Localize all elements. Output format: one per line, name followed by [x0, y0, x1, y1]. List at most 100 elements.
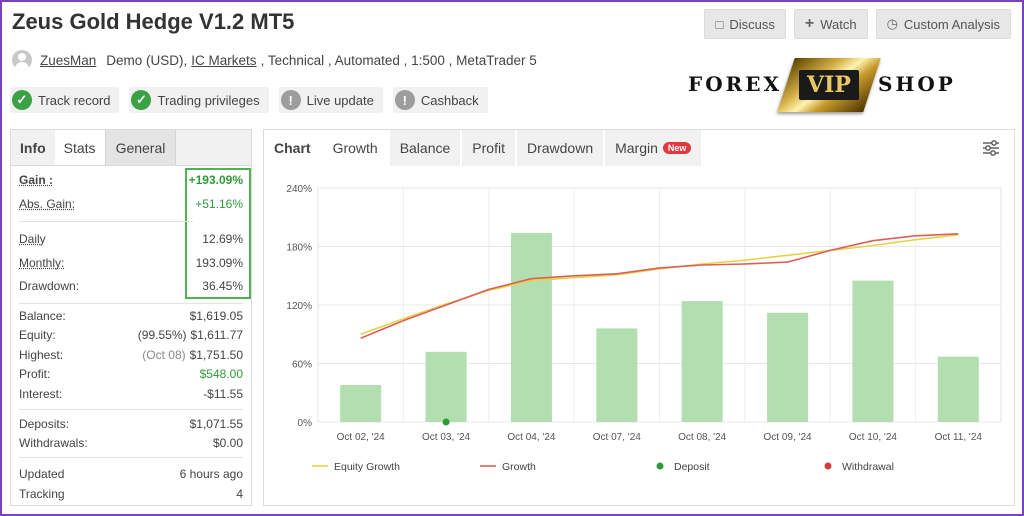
- legend-label: Equity Growth: [334, 461, 400, 473]
- bar: [852, 280, 894, 422]
- abs-gain-label[interactable]: Abs. Gain:: [19, 197, 75, 211]
- deposits-row: Deposits: $1,071.55: [19, 415, 243, 433]
- tab-balance[interactable]: Balance: [389, 130, 461, 166]
- custom-analysis-label: Custom Analysis: [903, 16, 1000, 32]
- chat-icon: □: [715, 16, 724, 32]
- exclamation-icon: !: [394, 90, 415, 110]
- deposits-label: Deposits:: [19, 417, 70, 431]
- status-label: Live update: [306, 92, 374, 108]
- top-actions: □ Discuss + Watch ◷ Custom Analysis: [704, 9, 1011, 39]
- custom-analysis-button[interactable]: ◷ Custom Analysis: [875, 9, 1011, 39]
- deposit-marker: [442, 418, 450, 426]
- x-tick-label: Oct 07, '24: [593, 432, 641, 443]
- account-type: Demo (USD),: [106, 52, 188, 68]
- highest-date: (Oct 08): [142, 348, 186, 362]
- profit-label: Profit:: [19, 367, 51, 381]
- profit-value: $548.00: [199, 367, 243, 381]
- tab-growth[interactable]: Growth: [322, 130, 388, 166]
- equity-value: $1,611.77: [190, 328, 244, 342]
- y-tick-label: 0%: [298, 418, 313, 429]
- avatar: [12, 50, 32, 70]
- balance-row: Balance: $1,619.05: [19, 307, 243, 325]
- monthly-row: Monthly: 193.09%: [19, 254, 243, 272]
- tab-stats[interactable]: Stats: [54, 130, 105, 165]
- divider: [19, 303, 243, 304]
- page-title: Zeus Gold Hedge V1.2 MT5: [12, 9, 295, 34]
- tab-chart[interactable]: Chart: [264, 130, 321, 166]
- highest-value-wrap: (Oct 08) $1,751.50: [142, 348, 243, 362]
- x-tick-label: Oct 04, '24: [507, 432, 555, 443]
- growth-chart: 0% 60% 120% 180% 240% Oct 02, '24 Oct 03, '24 O…: [286, 184, 1002, 473]
- tab-general[interactable]: General: [104, 130, 177, 165]
- vip-text: VIP: [799, 70, 859, 100]
- monthly-value: 193.09%: [195, 256, 243, 270]
- account-details: , Technical , Automated , 1:500 , MetaTr…: [260, 52, 537, 68]
- equity-value-wrap: (99.55%) $1,611.77: [138, 328, 243, 342]
- y-tick-label: 240%: [286, 184, 312, 195]
- bar: [767, 312, 809, 422]
- stats-panel: Info Stats General Gain : +193.09% Abs. …: [10, 129, 252, 506]
- discuss-button[interactable]: □ Discuss: [704, 9, 786, 39]
- y-tick-label: 120%: [286, 301, 312, 312]
- x-tick-label: Oct 09, '24: [764, 432, 812, 443]
- drawdown-label: Drawdown:: [19, 279, 80, 293]
- plus-icon: +: [804, 15, 815, 32]
- daily-label[interactable]: Daily: [19, 232, 46, 246]
- bar: [937, 356, 979, 422]
- gain-label[interactable]: Gain :: [19, 173, 53, 187]
- tab-margin-label: Margin: [615, 140, 658, 156]
- tab-margin[interactable]: Margin New: [605, 130, 702, 166]
- highest-value: $1,751.50: [189, 348, 243, 362]
- balance-label: Balance:: [19, 309, 66, 323]
- drawdown-value: 36.45%: [202, 279, 243, 293]
- user-link[interactable]: ZuesMan: [40, 53, 96, 68]
- updated-label: Updated: [19, 467, 65, 481]
- status-label: Cashback: [420, 92, 479, 108]
- status-live-update[interactable]: ! Live update: [278, 87, 383, 113]
- bar: [425, 351, 467, 422]
- updated-row: Updated 6 hours ago: [19, 465, 243, 483]
- abs-gain-row: Abs. Gain: +51.16%: [19, 195, 243, 213]
- legend-swatch: [656, 462, 664, 470]
- logo-text-right: SHOP: [878, 72, 956, 96]
- drawdown-row: Drawdown: 36.45%: [19, 277, 243, 295]
- deposits-value: $1,071.55: [189, 417, 243, 431]
- daily-row: Daily 12.69%: [19, 230, 243, 248]
- bar: [340, 384, 382, 422]
- y-tick-label: 180%: [286, 243, 312, 254]
- status-trading-privileges[interactable]: ✓ Trading privileges: [129, 87, 269, 113]
- legend-label: Withdrawal: [842, 461, 894, 473]
- daily-value: 12.69%: [202, 232, 243, 246]
- y-tick-label: 60%: [292, 360, 312, 371]
- withdrawals-label: Withdrawals:: [19, 436, 88, 450]
- status-label: Track record: [38, 92, 111, 108]
- logo-text-left: FOREX: [688, 72, 783, 96]
- withdrawals-row: Withdrawals: $0.00: [19, 434, 243, 452]
- status-track-record[interactable]: ✓ Track record: [10, 87, 120, 113]
- tab-drawdown[interactable]: Drawdown: [516, 130, 604, 166]
- gain-row: Gain : +193.09%: [19, 171, 243, 189]
- watch-button[interactable]: + Watch: [793, 9, 868, 39]
- highest-row: Highest: (Oct 08) $1,751.50: [19, 346, 243, 364]
- status-cashback[interactable]: ! Cashback: [392, 87, 488, 113]
- interest-label: Interest:: [19, 387, 63, 401]
- tab-info[interactable]: Info: [11, 130, 55, 165]
- bar: [681, 301, 723, 422]
- status-label: Trading privileges: [157, 92, 260, 108]
- abs-gain-value: +51.16%: [195, 197, 243, 211]
- divider: [19, 221, 193, 222]
- x-tick-label: Oct 08, '24: [678, 432, 726, 443]
- profit-row: Profit: $548.00: [19, 365, 243, 383]
- new-badge: New: [662, 142, 692, 154]
- chart-settings-icon[interactable]: [982, 139, 1000, 157]
- equity-percent: (99.55%): [137, 328, 187, 342]
- tab-profit[interactable]: Profit: [462, 130, 515, 166]
- status-row: ✓ Track record ✓ Trading privileges ! Li…: [10, 87, 488, 113]
- check-icon: ✓: [131, 90, 152, 110]
- bar: [596, 328, 638, 422]
- monthly-label[interactable]: Monthly:: [19, 256, 64, 270]
- tracking-row: Tracking 4: [19, 485, 243, 503]
- interest-value: -$11.55: [203, 387, 243, 401]
- tracking-value: 4: [236, 487, 243, 501]
- broker-link[interactable]: IC Markets: [191, 53, 256, 68]
